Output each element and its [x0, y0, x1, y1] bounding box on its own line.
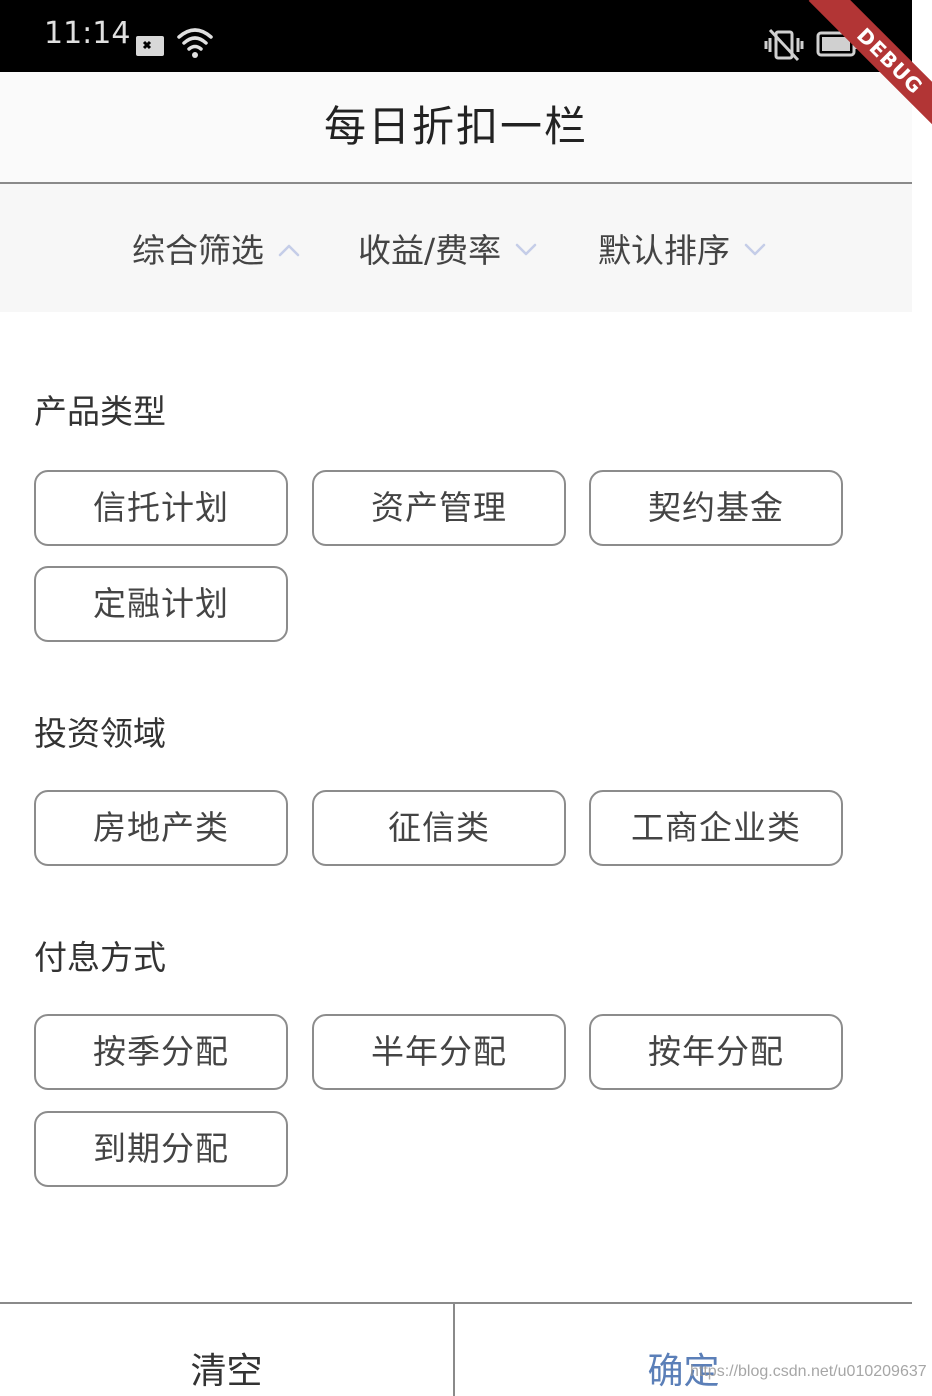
page-title: 每日折扣一栏 [323, 102, 588, 151]
option-chip-asset-management[interactable]: 资产管理 [312, 470, 566, 546]
filter-tab-comprehensive[interactable]: 综合筛选 [132, 184, 300, 312]
option-chip-quarterly[interactable]: 按季分配 [34, 1014, 288, 1090]
chevron-up-icon [278, 244, 300, 257]
option-chip-fixed-financing-plan[interactable]: 定融计划 [34, 566, 288, 642]
option-chip-credit[interactable]: 征信类 [312, 790, 566, 866]
filter-tab-label: 综合筛选 [132, 231, 264, 270]
option-chip-real-estate[interactable]: 房地产类 [34, 790, 288, 866]
filter-bar: 综合筛选 收益/费率 默认排序 [0, 184, 912, 312]
vibrate-icon [764, 28, 804, 62]
filter-tab-default-sort[interactable]: 默认排序 [598, 184, 766, 312]
option-chip-trust-plan[interactable]: 信托计划 [34, 470, 288, 546]
screen-edge [912, 0, 932, 1394]
section-title-interest-payment: 付息方式 [34, 938, 166, 977]
clear-button[interactable]: 清空 [0, 1304, 453, 1396]
app-bar: 每日折扣一栏 [0, 72, 912, 184]
status-bar: 11:14 [0, 0, 912, 72]
option-chip-business-enterprise[interactable]: 工商企业类 [589, 790, 843, 866]
confirm-button[interactable]: 确定 [455, 1304, 912, 1396]
clear-button-label: 清空 [190, 1351, 263, 1392]
filter-tab-yield-rate[interactable]: 收益/费率 [358, 184, 537, 312]
option-chip-annual[interactable]: 按年分配 [589, 1014, 843, 1090]
filter-tab-label: 收益/费率 [358, 231, 502, 270]
chevron-down-icon [744, 243, 766, 256]
filter-tab-label: 默认排序 [598, 231, 730, 270]
option-chip-at-maturity[interactable]: 到期分配 [34, 1111, 288, 1187]
watermark: https://blog.csdn.net/u010209637 [690, 1363, 927, 1380]
status-time: 11:14 [44, 16, 131, 51]
sim-card-icon [136, 36, 164, 56]
option-chip-semiannual[interactable]: 半年分配 [312, 1014, 566, 1090]
wifi-icon [177, 28, 213, 58]
option-chip-contract-fund[interactable]: 契约基金 [589, 470, 843, 546]
section-title-investment-field: 投资领域 [34, 714, 166, 753]
chevron-down-icon [515, 243, 537, 256]
section-title-product-type: 产品类型 [34, 392, 166, 431]
